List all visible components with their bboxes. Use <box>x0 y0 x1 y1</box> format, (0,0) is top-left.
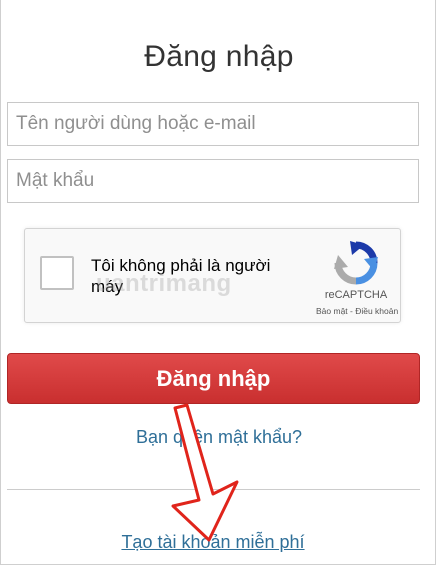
recaptcha-terms-links[interactable]: Bảo mật - Điều khoản <box>316 306 398 316</box>
captcha-checkbox[interactable] <box>40 256 74 290</box>
recaptcha-logo: reCAPTCHA Bảo mật - Điều khoản <box>316 241 398 316</box>
password-input[interactable] <box>7 159 419 203</box>
divider <box>7 489 420 490</box>
forgot-password-link[interactable]: Bạn quên mật khẩu? <box>1 427 436 448</box>
captcha-label: Tôi không phải là người máy <box>91 256 271 296</box>
recaptcha-icon <box>334 241 378 285</box>
red-arrow-annotation <box>171 403 239 542</box>
username-input[interactable] <box>7 102 419 146</box>
create-account-link[interactable]: Tạo tài khoản miễn phí <box>1 532 425 553</box>
login-panel: Đăng nhập Tôi không phải là người máy re… <box>0 0 436 565</box>
recaptcha-brand: reCAPTCHA <box>324 289 388 301</box>
page-title: Đăng nhập <box>144 40 294 73</box>
login-button[interactable]: Đăng nhập <box>7 353 420 404</box>
recaptcha-widget: Tôi không phải là người máy reCAPTCHA Bả… <box>24 228 401 323</box>
